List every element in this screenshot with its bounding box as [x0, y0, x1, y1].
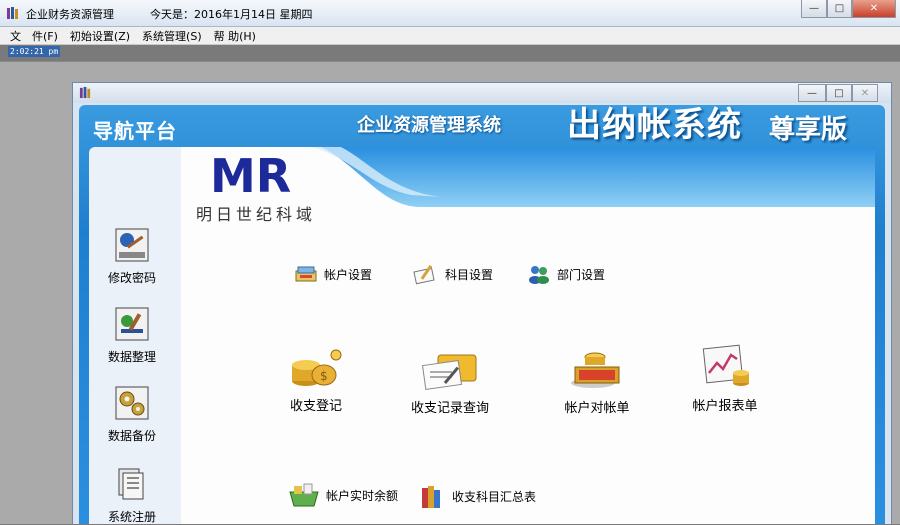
mr-logo-letters: MR [210, 150, 291, 198]
sidebar-item-data-tidy[interactable]: 数据整理 [100, 305, 164, 365]
sidebar-item-system-register[interactable]: 系统注册 [100, 465, 164, 525]
account-report-button[interactable]: 帐户报表单 [688, 343, 762, 414]
mr-logo-mark: MR [210, 149, 291, 203]
sidebar-item-change-password[interactable]: 修改密码 [100, 226, 164, 286]
outer-title-bar: 企业财务资源管理 今天是：2016年1月14日 星期四 — □ ✕ [0, 0, 900, 27]
menu-system[interactable]: 系统管理(S) [136, 28, 208, 44]
income-expense-register-label: 收支登记 [289, 399, 342, 414]
nav-title: 导航平台 [93, 119, 177, 143]
realtime-balance-button[interactable]: 帐户实时余额 [288, 482, 398, 508]
app-books-icon[interactable] [6, 6, 20, 20]
nav-window-books-icon[interactable] [79, 86, 92, 99]
logo-caption: 明日世纪科域 [196, 205, 317, 224]
menu-file[interactable]: 文 件(F) [0, 28, 64, 44]
subject-summary-label: 收支科目汇总表 [452, 489, 537, 504]
sidebar-item-data-backup[interactable]: 数据备份 [100, 384, 164, 444]
department-settings-button[interactable]: 部门设置 [527, 263, 605, 285]
subject-summary-button[interactable]: 收支科目汇总表 [418, 482, 536, 510]
summary-books-icon [422, 486, 440, 508]
banner-main-title: 出纳帐系统 [567, 105, 742, 145]
statement-icon [571, 352, 620, 388]
report-chart-icon [702, 344, 749, 386]
documents-icon [118, 468, 144, 500]
account-statement-label: 帐户对帐单 [564, 401, 630, 416]
balance-basket-icon [289, 483, 319, 507]
nav-window-controls: — □ ✕ [798, 84, 878, 102]
subject-settings-label: 科目设置 [445, 267, 494, 282]
coins-icon: $ [292, 349, 342, 386]
sidebar-item-label: 数据备份 [107, 429, 156, 443]
account-settings-label: 帐户设置 [324, 267, 373, 282]
subject-settings-icon [413, 264, 435, 285]
outer-maximize-button[interactable]: □ [827, 0, 852, 18]
menu-init-settings[interactable]: 初始设置(Z) [64, 28, 136, 44]
banner-subtitle: 企业资源管理系统 [357, 115, 501, 136]
nav-panel: 导航平台 [79, 105, 885, 524]
nav-window-title-bar: — □ ✕ [73, 83, 891, 103]
income-expense-register-button[interactable]: $ 收支登记 [284, 345, 348, 414]
menu-bar: 文 件(F) 初始设置(Z) 系统管理(S) 帮 助(H) [0, 27, 900, 45]
svg-text:$: $ [320, 369, 328, 383]
date-display: 今天是：2016年1月14日 星期四 [150, 8, 313, 21]
department-settings-label: 部门设置 [557, 267, 606, 282]
outer-minimize-button[interactable]: — [801, 0, 827, 18]
sidebar-item-label: 数据整理 [107, 350, 156, 364]
nav-maximize-button[interactable]: □ [826, 84, 852, 102]
gears-backup-icon [115, 386, 149, 420]
nav-minimize-button[interactable]: — [798, 84, 826, 102]
nav-window: — □ ✕ 导航平台 企业资源管理系统 出纳帐系统 尊享版 [72, 82, 892, 524]
key-certificate-icon [115, 228, 149, 262]
records-query-button[interactable]: 收支记录查询 [407, 347, 493, 416]
outer-close-button[interactable]: ✕ [852, 0, 896, 18]
outer-window-controls: — □ ✕ [801, 0, 896, 18]
data-tidy-icon [115, 307, 149, 341]
banner-version: 尊享版 [769, 115, 848, 145]
department-settings-icon [529, 266, 549, 284]
outer-window-title: 企业财务资源管理 [26, 8, 114, 21]
clock-display: 2:02:21 pm [8, 46, 61, 57]
account-report-label: 帐户报表单 [692, 399, 758, 414]
records-query-icon [421, 354, 477, 390]
account-statement-button[interactable]: 帐户对帐单 [560, 345, 634, 416]
nav-close-button[interactable]: ✕ [852, 84, 878, 102]
realtime-balance-label: 帐户实时余额 [326, 488, 399, 503]
records-query-label: 收支记录查询 [410, 401, 489, 416]
sidebar-item-label: 修改密码 [107, 271, 156, 285]
mr-logo: MR [210, 149, 294, 203]
account-settings-button[interactable]: 帐户设置 [294, 263, 372, 285]
account-settings-icon [295, 266, 317, 282]
subject-settings-button[interactable]: 科目设置 [413, 262, 493, 286]
menu-help[interactable]: 帮 助(H) [208, 28, 262, 44]
sidebar-item-label: 系统注册 [107, 510, 156, 524]
